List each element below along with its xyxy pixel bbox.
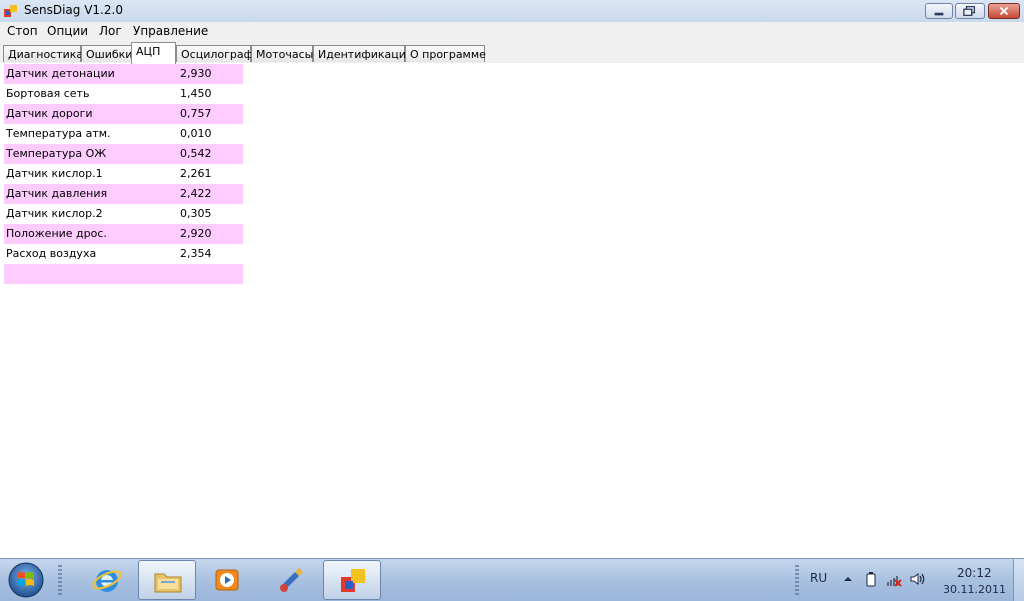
tray-grip[interactable] xyxy=(795,565,799,595)
show-desktop-button[interactable] xyxy=(1013,559,1024,601)
clock-time[interactable]: 20:12 xyxy=(957,566,992,580)
table-row[interactable]: Расход воздуха 2,354 xyxy=(4,244,243,264)
taskbar-button-explorer[interactable] xyxy=(138,560,196,600)
paint-app-icon xyxy=(280,568,303,592)
adc-panel: Датчик детонации 2,930 Бортовая сеть 1,4… xyxy=(0,63,1024,558)
sensor-label: Температура атм. xyxy=(6,127,111,140)
table-row[interactable]: Температура атм. 0,010 xyxy=(4,124,243,144)
sensor-label: Расход воздуха xyxy=(6,247,97,260)
battery-icon[interactable] xyxy=(863,571,879,587)
file-explorer-icon xyxy=(154,573,182,593)
tab-errors[interactable]: Ошибки xyxy=(81,45,132,62)
menu-item-options[interactable]: Опции xyxy=(47,24,88,38)
sensor-value: 0,757 xyxy=(180,107,212,120)
tab-diagnostics[interactable]: Диагностика xyxy=(3,45,83,62)
table-row[interactable]: Температура ОЖ 0,542 xyxy=(4,144,243,164)
sensor-value: 2,422 xyxy=(180,187,212,200)
title-bar[interactable]: SensDiag V1.2.0 xyxy=(0,0,1024,23)
show-hidden-icons-icon[interactable] xyxy=(840,571,856,587)
sensor-label: Датчик кислор.1 xyxy=(6,167,103,180)
tab-strip: Диагностика Ошибки АЦП Осцилограф Моточа… xyxy=(0,41,1024,64)
sensor-value: 0,305 xyxy=(180,207,212,220)
sensor-label: Датчик кислор.2 xyxy=(6,207,103,220)
app-icon xyxy=(4,5,17,17)
taskbar: RU 20:12 30.11.2011 xyxy=(0,558,1024,601)
sensor-label: Датчик детонации xyxy=(6,67,115,80)
sensor-value: 2,920 xyxy=(180,227,212,240)
maximize-button[interactable] xyxy=(955,3,985,19)
close-button[interactable] xyxy=(988,3,1020,19)
media-player-icon xyxy=(215,569,239,591)
sensor-label: Датчик дороги xyxy=(6,107,93,120)
restore-icon xyxy=(963,5,976,17)
network-icon[interactable] xyxy=(886,571,902,587)
minimize-icon xyxy=(934,12,944,16)
tab-about[interactable]: О программе xyxy=(405,45,486,62)
sensdiag-app-icon xyxy=(341,569,365,592)
sensor-label: Датчик давления xyxy=(6,187,108,200)
tab-oscilloscope[interactable]: Осцилограф xyxy=(176,45,253,62)
sensor-label: Положение дрос. xyxy=(6,227,107,240)
language-indicator[interactable]: RU xyxy=(810,571,827,585)
start-button[interactable] xyxy=(6,561,46,599)
taskbar-button-media[interactable] xyxy=(198,560,256,600)
sensor-label: Бортовая сеть xyxy=(6,87,90,100)
table-row[interactable]: Датчик кислор.1 2,261 xyxy=(4,164,243,184)
table-row[interactable]: Положение дрос. 2,920 xyxy=(4,224,243,244)
sensor-label: Температура ОЖ xyxy=(6,147,107,160)
menu-item-control[interactable]: Управление xyxy=(133,24,208,38)
table-row[interactable]: Датчик дороги 0,757 xyxy=(4,104,243,124)
window-title: SensDiag V1.2.0 xyxy=(24,3,123,17)
table-row[interactable]: Датчик давления 2,422 xyxy=(4,184,243,204)
taskbar-button-paint[interactable] xyxy=(262,560,320,600)
sensor-value: 1,450 xyxy=(180,87,212,100)
close-icon xyxy=(999,6,1009,16)
sensor-value: 2,930 xyxy=(180,67,212,80)
menu-bar: Стоп Опции Лог Управление xyxy=(0,22,1024,41)
volume-icon[interactable] xyxy=(909,571,925,587)
taskbar-grip[interactable] xyxy=(58,565,62,595)
table-row[interactable]: Бортовая сеть 1,450 xyxy=(4,84,243,104)
sensor-value: 2,354 xyxy=(180,247,212,260)
tab-adc[interactable]: АЦП xyxy=(131,42,176,64)
taskbar-button-ie[interactable] xyxy=(78,560,136,600)
menu-item-stop[interactable]: Стоп xyxy=(7,24,38,38)
taskbar-button-sensdiag[interactable] xyxy=(323,560,381,600)
tab-identification[interactable]: Идентификация xyxy=(313,45,413,62)
minimize-button[interactable] xyxy=(925,3,953,19)
clock-date[interactable]: 30.11.2011 xyxy=(943,583,1006,596)
table-row[interactable] xyxy=(4,264,243,284)
sensor-value: 0,010 xyxy=(180,127,212,140)
menu-item-log[interactable]: Лог xyxy=(99,24,122,38)
table-row[interactable]: Датчик детонации 2,930 xyxy=(4,64,243,84)
tab-moto-hours[interactable]: Моточасы xyxy=(251,45,313,62)
sensor-value: 2,261 xyxy=(180,167,212,180)
internet-explorer-icon xyxy=(92,570,122,592)
sensor-value: 0,542 xyxy=(180,147,212,160)
table-row[interactable]: Датчик кислор.2 0,305 xyxy=(4,204,243,224)
